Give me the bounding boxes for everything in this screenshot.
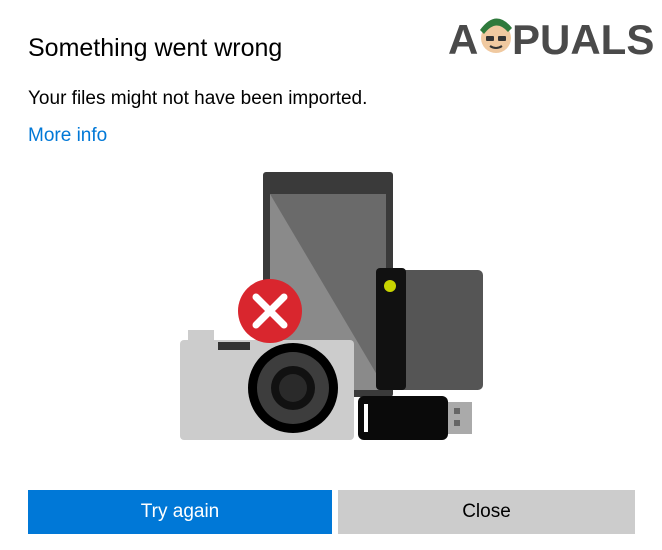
import-error-dialog: A PUALS Something went wrong Your files … [0, 0, 662, 550]
camera-icon [180, 330, 354, 440]
error-badge-icon [238, 279, 302, 343]
watermark-letter-a: A [448, 16, 478, 63]
devices-illustration [180, 172, 483, 440]
usb-drive-icon [358, 396, 472, 440]
more-info-link[interactable]: More info [28, 125, 107, 147]
dialog-message: Your files might not have been imported. [28, 88, 368, 109]
appuals-watermark: A PUALS [448, 16, 654, 63]
dialog-title: Something went wrong [28, 34, 283, 62]
close-button[interactable]: Close [338, 490, 635, 534]
hard-drive-icon [376, 268, 483, 390]
watermark-mascot-icon [480, 18, 512, 53]
watermark-letters: PUALS [512, 16, 654, 63]
try-again-button[interactable]: Try again [28, 490, 332, 534]
